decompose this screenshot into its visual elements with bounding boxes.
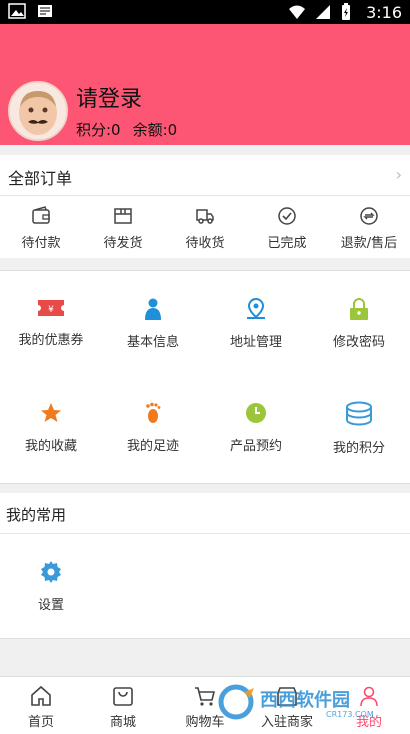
order-label: 待付款: [21, 236, 61, 251]
tab-mine[interactable]: 我的: [328, 677, 410, 734]
notification-icon: [36, 2, 54, 20]
grid-label: 我的积分: [332, 441, 385, 456]
star-icon: [39, 403, 63, 429]
grid-label: 地址管理: [229, 335, 282, 350]
wallet-icon: [31, 206, 51, 230]
tab-label: 入驻商家: [260, 715, 313, 730]
grid-item-product-booking[interactable]: 产品预约: [205, 375, 307, 479]
grid-item-favorites[interactable]: 我的收藏: [0, 375, 102, 479]
battery-icon: [340, 3, 358, 21]
person-icon: [142, 298, 164, 325]
home-icon: [29, 685, 53, 711]
order-completed[interactable]: 已完成: [246, 196, 328, 258]
order-label: 待收货: [185, 236, 225, 251]
refund-icon: [359, 207, 379, 230]
status-time: 3:16: [366, 2, 402, 22]
grid-item-basic-info[interactable]: 基本信息: [102, 271, 204, 375]
check-circle-icon: [277, 207, 297, 230]
settings-label: 设置: [37, 598, 64, 613]
common-section: 设置: [0, 534, 410, 639]
order-refund[interactable]: 退款/售后: [328, 196, 410, 258]
tab-home[interactable]: 首页: [0, 677, 82, 734]
tab-mall[interactable]: 商城: [82, 677, 164, 734]
grid-item-my-points[interactable]: 我的积分: [308, 375, 410, 479]
order-label: 待发货: [103, 236, 143, 251]
store-icon: [275, 687, 299, 711]
order-label: 已完成: [267, 236, 307, 251]
user-icon: [357, 686, 381, 711]
cart-icon: [193, 687, 217, 711]
profile-header: 请登录 积分:0 余额:0: [0, 24, 410, 145]
grid-label: 我的优惠券: [18, 333, 84, 348]
coins-icon: [344, 401, 374, 431]
wifi-icon: [288, 3, 306, 21]
truck-icon: [195, 209, 215, 230]
order-pending-receipt[interactable]: 待收货: [164, 196, 246, 258]
grid-item-footprints[interactable]: 我的足迹: [102, 375, 204, 479]
grid-label: 我的足迹: [126, 439, 179, 454]
tab-label: 购物车: [185, 715, 225, 730]
bottom-tab-bar: 首页 商城 购物车 入驻商家 我的: [0, 676, 410, 734]
grid-item-change-password[interactable]: 修改密码: [308, 271, 410, 375]
all-orders-row[interactable]: 全部订单 ›: [0, 155, 410, 196]
signal-icon: [314, 3, 332, 21]
common-section-title: 我的常用: [6, 506, 67, 524]
grid-label: 产品预约: [229, 439, 282, 454]
bag-icon: [111, 687, 135, 711]
grid-item-address[interactable]: 地址管理: [205, 271, 307, 375]
image-icon: [8, 2, 26, 20]
status-bar: 3:16: [0, 0, 410, 24]
svg-text:¥: ¥: [48, 305, 54, 315]
grid-label: 基本信息: [126, 335, 179, 350]
all-orders-title: 全部订单: [8, 169, 73, 188]
order-status-row: 待付款 待发货 待收货 已完成 退款/售后: [0, 196, 410, 258]
common-section-header: 我的常用: [0, 493, 410, 534]
feature-grid: ¥ 我的优惠券 基本信息 地址管理 修改密码 我的收藏 我的足迹 产品预约 我的…: [0, 270, 410, 484]
tab-merchants[interactable]: 入驻商家: [246, 677, 328, 734]
footprint-icon: [142, 402, 164, 429]
tab-label: 首页: [27, 715, 54, 730]
grid-label: 修改密码: [332, 335, 385, 350]
grid-item-coupons[interactable]: ¥ 我的优惠券: [0, 271, 102, 375]
location-icon: [244, 297, 268, 325]
account-summary: 积分:0 余额:0: [76, 119, 177, 140]
balance-label: 余额:0: [132, 121, 178, 139]
order-pending-shipment[interactable]: 待发货: [82, 196, 164, 258]
coupon-icon: ¥: [37, 300, 65, 323]
settings-item[interactable]: 设置: [0, 534, 102, 638]
lock-icon: [348, 298, 370, 325]
tab-label: 我的: [355, 715, 382, 730]
gear-icon: [39, 561, 63, 588]
tab-label: 商城: [109, 715, 136, 730]
package-icon: [113, 208, 133, 230]
order-pending-payment[interactable]: 待付款: [0, 196, 82, 258]
chevron-right-icon: ›: [395, 165, 402, 184]
clock-icon: [244, 403, 268, 429]
avatar[interactable]: [8, 81, 68, 141]
order-label: 退款/售后: [340, 236, 398, 251]
tab-cart[interactable]: 购物车: [164, 677, 246, 734]
points-label: 积分:0: [76, 121, 121, 139]
login-link[interactable]: 请登录: [76, 81, 142, 113]
grid-label: 我的收藏: [24, 439, 77, 454]
